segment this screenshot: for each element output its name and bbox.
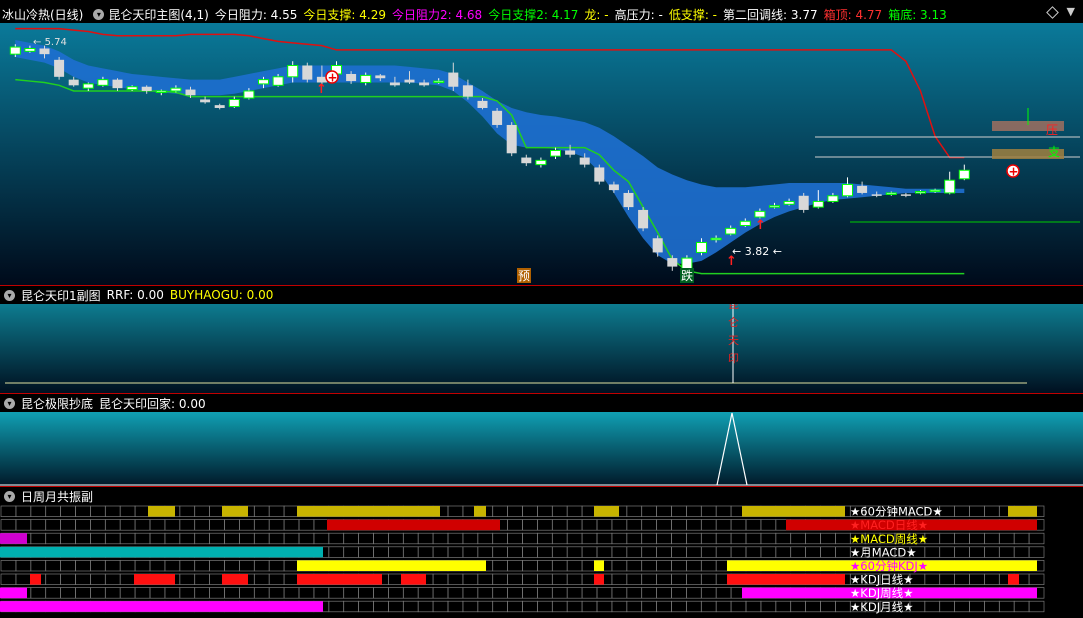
indicator-name[interactable]: 昆仑天印主图(4,1) bbox=[108, 6, 208, 23]
collapse-icon[interactable]: ▾ bbox=[4, 397, 15, 409]
sub1-buy: BUYHAOGU: 0.00 bbox=[169, 288, 274, 302]
resonance-row: ★KDJ日线★ bbox=[0, 573, 1045, 587]
resonance-segment bbox=[30, 574, 41, 585]
resonance-label: ★KDJ月线★ bbox=[850, 600, 913, 614]
resonance-label: ★MACD日线★ bbox=[850, 518, 928, 532]
sub2-header: ▾ 昆仑极限抄底 昆仑天印回家: 0.00 bbox=[0, 394, 1083, 412]
resonance-segment bbox=[727, 574, 845, 585]
collapse-icon[interactable]: ▾ bbox=[4, 490, 15, 502]
header-value-7: 第二回调线: 3.77 bbox=[723, 7, 818, 22]
sub3-name[interactable]: 日周月共振副 bbox=[21, 488, 93, 505]
resonance-label: ★MACD周线★ bbox=[850, 532, 928, 546]
resonance-segment bbox=[0, 546, 323, 558]
resonance-row: ★KDJ周线★ bbox=[0, 586, 1045, 600]
resonance-segment bbox=[594, 574, 604, 585]
resonance-segment bbox=[742, 506, 845, 517]
chart-background bbox=[0, 23, 1083, 285]
resonance-segment bbox=[401, 574, 426, 585]
svg-text:跌: 跌 bbox=[681, 268, 693, 283]
header-value-0: 今日阻力: 4.55 bbox=[214, 7, 298, 22]
resonance-label: ★60分钟MACD★ bbox=[850, 505, 943, 519]
resonance-segment bbox=[0, 587, 27, 599]
resonance-label: ★KDJ周线★ bbox=[850, 586, 913, 600]
svg-text:预: 预 bbox=[518, 269, 530, 283]
resonance-segment bbox=[134, 574, 175, 585]
resonance-segment bbox=[297, 506, 440, 517]
resonance-label: ★60分钟KDJ★ bbox=[850, 559, 928, 573]
resonance-segment bbox=[297, 574, 382, 585]
resonance-segment bbox=[594, 506, 619, 517]
sub2-panel[interactable] bbox=[0, 412, 1083, 486]
main-header: 冰山冷热(日线) ▾ 昆仑天印主图(4,1) 今日阻力: 4.55 今日支撑: 4… bbox=[0, 5, 1083, 23]
yu-label-box: 预 bbox=[517, 268, 531, 283]
support-label: 支 bbox=[1048, 145, 1060, 159]
header-value-3: 今日支撑2: 4.17 bbox=[488, 7, 579, 22]
resonance-segment bbox=[297, 560, 486, 571]
resonance-row: ★KDJ月线★ bbox=[0, 600, 1045, 614]
sub2-value: 昆仑天印回家: 0.00 bbox=[99, 396, 206, 411]
sub1-rrf: RRF: 0.00 bbox=[106, 288, 164, 302]
stock-name[interactable]: 冰山冷热(日线) bbox=[2, 6, 83, 23]
collapse-icon[interactable]: ▾ bbox=[93, 8, 105, 20]
buy-marker-icon: + bbox=[325, 70, 339, 85]
sub3-header: ▾ 日周月共振副 bbox=[0, 487, 1083, 505]
candlestick-chart: 压 支 + + ↑ ↑ ↑ ← 3.82 ← ← 5.74 预 跌 bbox=[0, 23, 1083, 285]
resonance-segment bbox=[0, 601, 323, 612]
indicator-values: 今日阻力: 4.55 今日支撑: 4.29 今日阻力2: 4.68 今日支撑2: 4.… bbox=[215, 6, 953, 23]
resonance-panel[interactable]: ★60分钟MACD★ ★MACD日线★ ★MACD周线★ ★月MACD★ ★60分钟KD… bbox=[0, 505, 1083, 615]
buy-marker-icon: + bbox=[1006, 164, 1020, 179]
header-value-2: 今日阻力2: 4.68 bbox=[391, 7, 483, 22]
candle bbox=[798, 192, 809, 213]
candle bbox=[54, 56, 65, 80]
resonance-segment bbox=[0, 533, 27, 544]
sub2-name[interactable]: 昆仑极限抄底 bbox=[21, 395, 93, 412]
resonance-row: ★MACD周线★ bbox=[0, 532, 1045, 546]
svg-text:+: + bbox=[328, 71, 338, 85]
low-price-label: ← 3.82 ← bbox=[732, 245, 782, 258]
candle bbox=[638, 207, 649, 232]
header-value-8: 箱顶: 4.77 bbox=[823, 7, 883, 22]
resonance-segment bbox=[474, 506, 486, 517]
resonance-label: ★月MACD★ bbox=[850, 545, 917, 559]
candle bbox=[506, 122, 517, 157]
header-value-4: 龙: - bbox=[584, 7, 609, 22]
resonance-label: ★KDJ日线★ bbox=[850, 573, 913, 587]
resonance-row: ★60分钟MACD★ bbox=[0, 505, 1045, 519]
candle bbox=[302, 62, 313, 83]
pressure-label: 压 bbox=[1046, 123, 1058, 137]
resonance-row: ★月MACD★ bbox=[0, 545, 1045, 559]
up-arrow-icon: ↑ bbox=[316, 82, 327, 97]
resonance-row: ★60分钟KDJ★ bbox=[0, 559, 1045, 573]
candle bbox=[492, 107, 503, 128]
high-price-label: ← 5.74 bbox=[33, 37, 67, 48]
header-value-5: 高压力: - bbox=[614, 7, 663, 22]
sub1-name[interactable]: 昆仑天印1副图 bbox=[21, 287, 101, 304]
sub1-panel[interactable]: 昆仑天印 bbox=[0, 298, 1083, 393]
svg-text:+: + bbox=[1009, 165, 1019, 179]
resonance-segment bbox=[327, 519, 500, 531]
resonance-segment bbox=[222, 506, 248, 517]
resonance-segment bbox=[222, 574, 248, 585]
resonance-segment bbox=[1008, 574, 1019, 585]
main-chart-panel[interactable]: 压 支 + + ↑ ↑ ↑ ← 3.82 ← ← 5.74 预 跌 bbox=[0, 23, 1083, 285]
arrow-down-icon[interactable]: ▼ bbox=[1067, 5, 1075, 18]
candle bbox=[623, 190, 634, 210]
header-value-9: 箱底: 3.13 bbox=[888, 7, 947, 22]
collapse-icon[interactable]: ▾ bbox=[4, 289, 15, 301]
header-value-1: 今日支撑: 4.29 bbox=[303, 7, 386, 22]
resonance-segment bbox=[594, 560, 604, 571]
sub1-header: ▾ 昆仑天印1副图 RRF: 0.00 BUYHAOGU: 0.00 bbox=[0, 286, 1083, 304]
resonance-row: ★MACD日线★ bbox=[0, 518, 1045, 532]
header-value-6: 低支撑: - bbox=[668, 7, 718, 22]
candle bbox=[594, 164, 605, 185]
resonance-segment bbox=[1008, 506, 1037, 517]
die-label-box: 跌 bbox=[680, 268, 694, 283]
resonance-segment bbox=[148, 506, 175, 517]
up-arrow-icon: ↑ bbox=[755, 218, 766, 233]
